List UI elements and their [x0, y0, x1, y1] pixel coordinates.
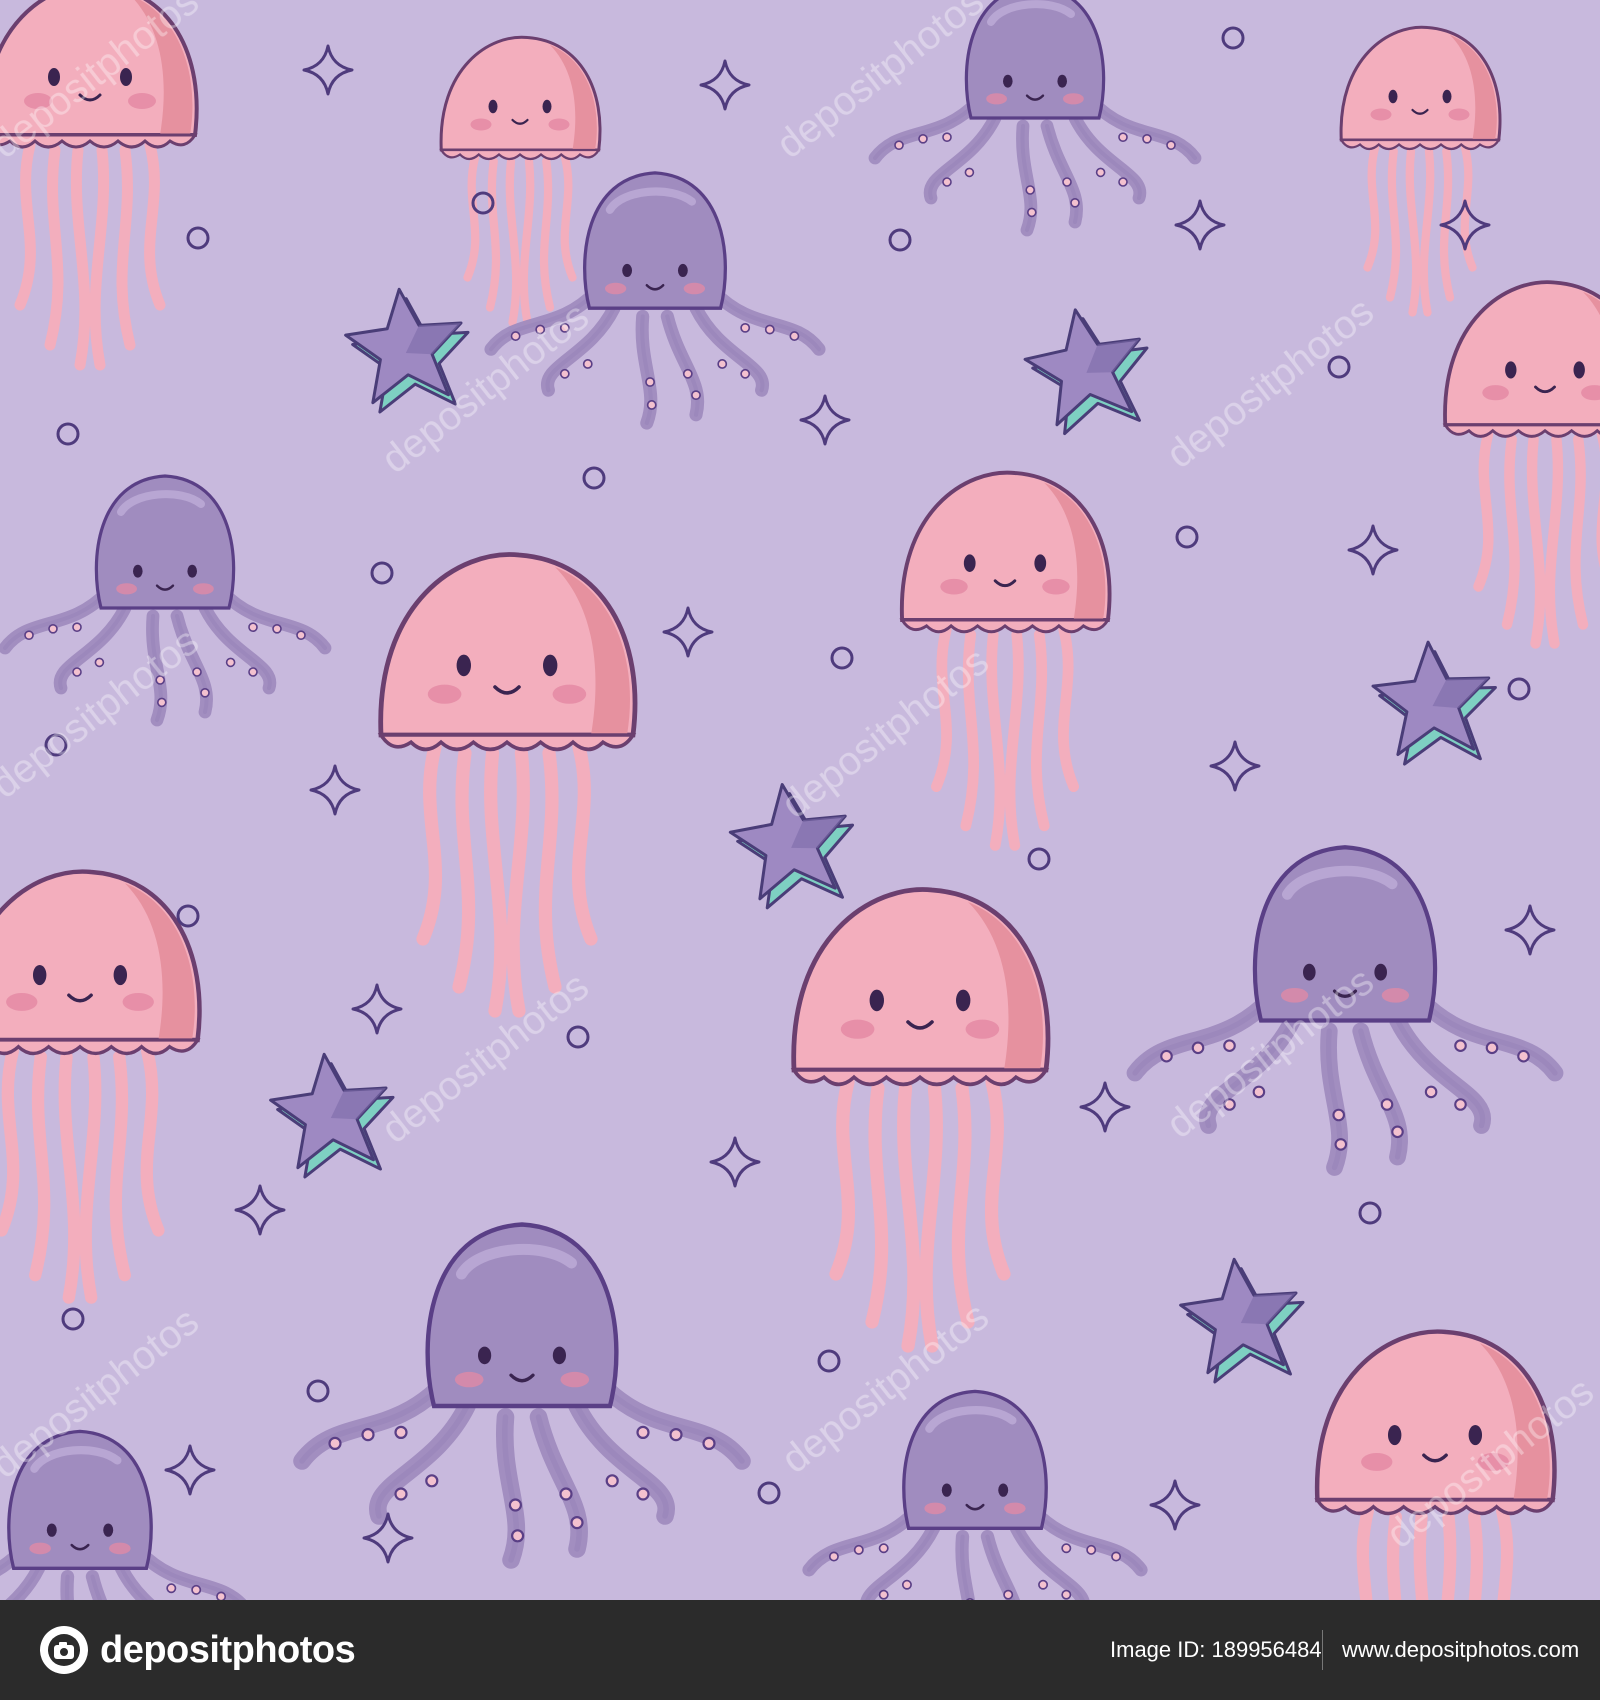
stock-footer-bar: depositphotos Image ID: 189956484 www.de…	[0, 1600, 1600, 1700]
image-id: Image ID: 189956484	[1110, 1637, 1322, 1662]
depositphotos-logo-icon	[40, 1626, 88, 1674]
footer-divider	[1322, 1630, 1323, 1670]
sea-creatures-pattern: depositphotos depositphotos depositphoto…	[0, 0, 1600, 1600]
site-url-link[interactable]: www.depositphotos.com	[1342, 1600, 1579, 1700]
brand[interactable]: depositphotos	[38, 1624, 356, 1676]
stock-image: depositphotos depositphotos depositphoto…	[0, 0, 1600, 1700]
brand-name: depositphotos	[100, 1629, 356, 1671]
